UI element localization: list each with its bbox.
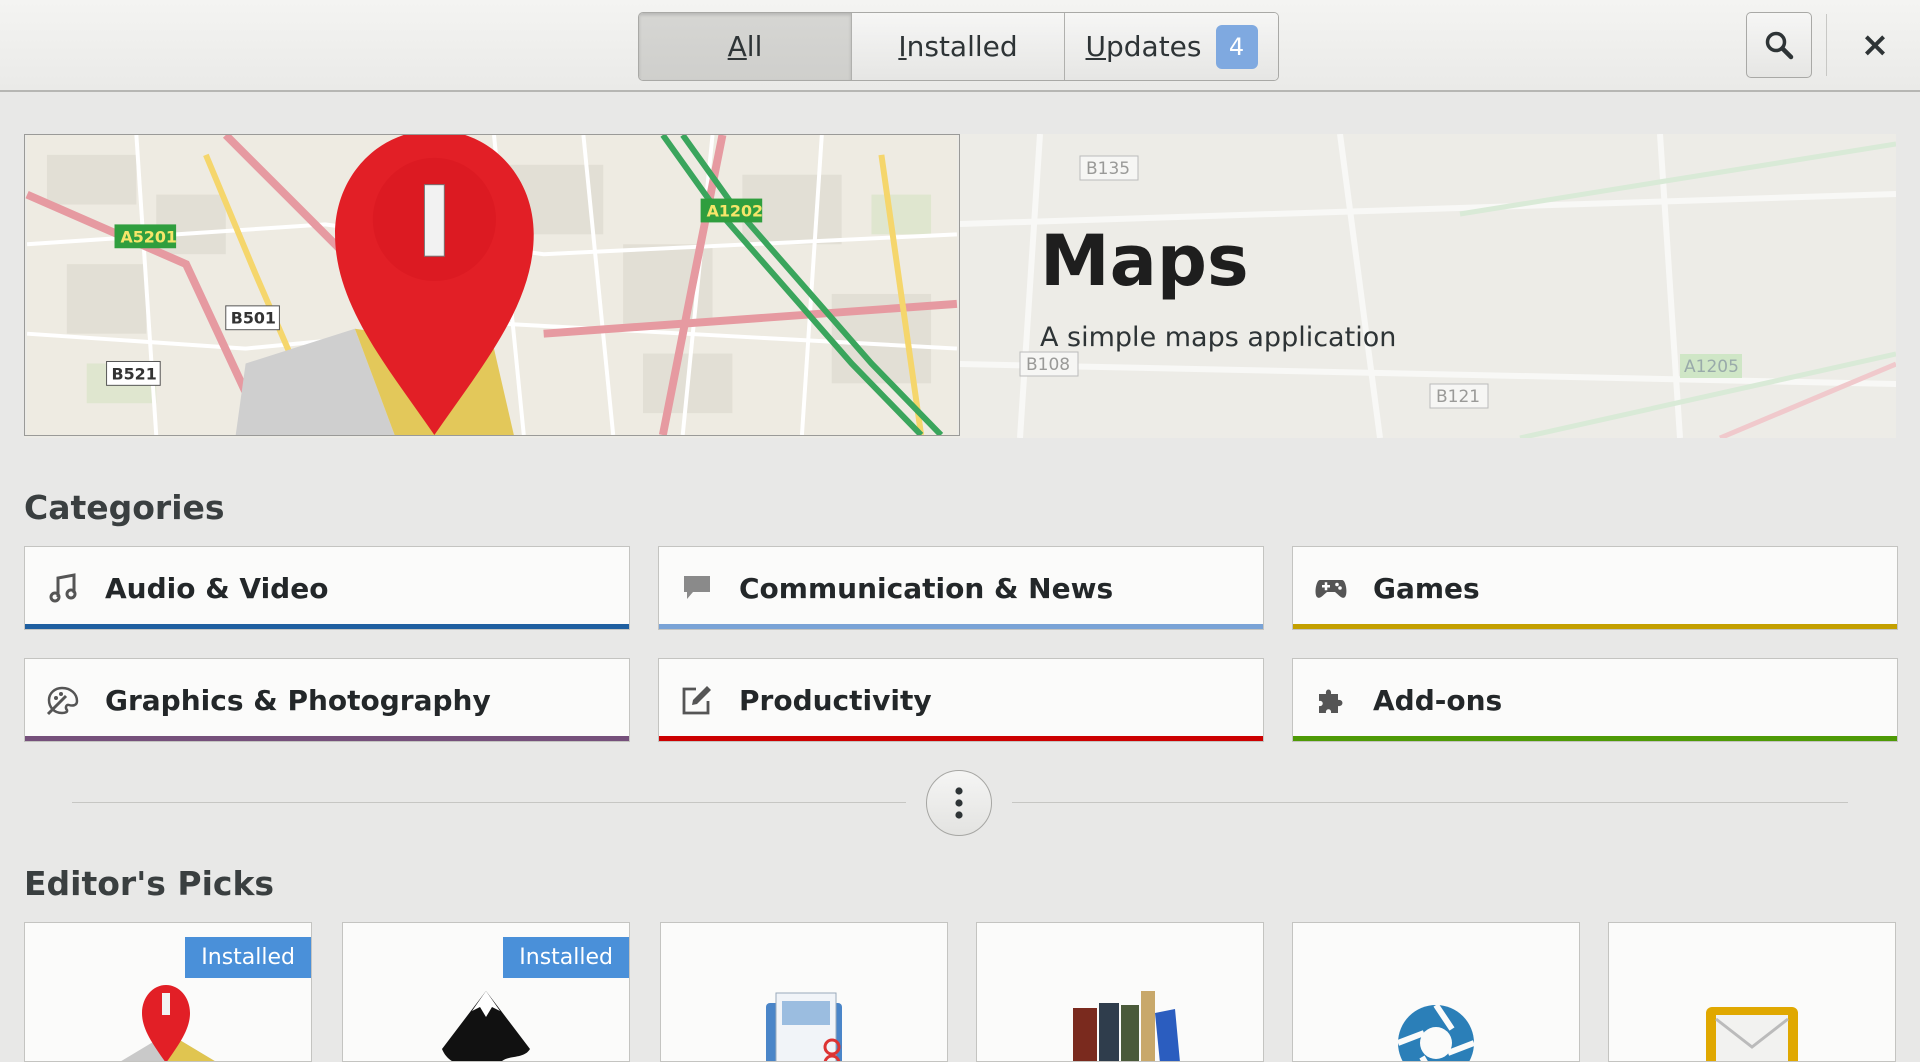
category-color-bar: [25, 736, 629, 741]
pick-tile[interactable]: [1608, 922, 1896, 1062]
tab-installed-label: nstalled: [906, 30, 1018, 63]
tab-installed[interactable]: Installed: [852, 13, 1065, 80]
pick-tile[interactable]: [976, 922, 1264, 1062]
category-color-bar: [1293, 624, 1897, 629]
featured-app-title: Maps: [1040, 220, 1249, 302]
svg-text:A5201: A5201: [120, 227, 176, 246]
installed-badge: Installed: [503, 937, 629, 978]
close-icon: ×: [1860, 25, 1890, 65]
category-label: Graphics & Photography: [105, 683, 491, 717]
editors-picks-heading: Editor's Picks: [24, 864, 275, 903]
category-color-bar: [1293, 736, 1897, 741]
calibre-books-icon: [1073, 991, 1180, 1061]
category-games[interactable]: Games: [1292, 546, 1898, 630]
category-communication-news[interactable]: Communication & News: [658, 546, 1264, 630]
categories-heading: Categories: [24, 488, 225, 527]
pick-tile[interactable]: Installed: [342, 922, 630, 1062]
divider-right: [1012, 802, 1848, 803]
puzzle-icon: [1311, 680, 1351, 720]
edit-icon: [677, 680, 717, 720]
pick-tile[interactable]: [660, 922, 948, 1062]
chat-bubble-icon: [677, 568, 717, 608]
svg-text:B135: B135: [1086, 159, 1130, 179]
installed-badge: Installed: [185, 937, 311, 978]
category-label: Add-ons: [1373, 683, 1503, 717]
svg-text:B521: B521: [112, 364, 157, 383]
tab-all-mnemonic: A: [727, 30, 747, 63]
mail-app-icon: [1706, 1007, 1798, 1061]
tab-updates-mnemonic: U: [1085, 30, 1107, 63]
category-productivity[interactable]: Productivity: [658, 658, 1264, 742]
document-scanner-icon: [766, 992, 842, 1061]
category-graphics-photography[interactable]: Graphics & Photography: [24, 658, 630, 742]
pick-tile[interactable]: [1292, 922, 1580, 1062]
view-switcher: All Installed Updates 4: [638, 12, 1279, 81]
category-label: Audio & Video: [105, 571, 329, 605]
tab-all[interactable]: All: [639, 13, 852, 80]
search-button[interactable]: [1746, 12, 1812, 78]
category-label: Games: [1373, 571, 1480, 605]
category-color-bar: [659, 736, 1263, 741]
svg-text:B121: B121: [1436, 387, 1480, 407]
tab-updates-label: pdates: [1106, 30, 1202, 63]
palette-icon: [43, 680, 83, 720]
music-note-icon: [43, 568, 83, 608]
category-color-bar: [659, 624, 1263, 629]
svg-text:A1205: A1205: [1684, 357, 1739, 377]
header-bar: All Installed Updates 4 ×: [0, 0, 1920, 92]
more-vertical-icon: [955, 787, 963, 819]
pick-tile[interactable]: Installed: [24, 922, 312, 1062]
close-button[interactable]: ×: [1846, 14, 1904, 76]
category-label: Productivity: [739, 683, 932, 717]
search-icon: [1765, 31, 1794, 60]
category-color-bar: [25, 624, 629, 629]
shutter-app-icon: [1396, 1003, 1476, 1061]
featured-map-illustration: A5201 A1202 B501 B521: [24, 134, 960, 436]
featured-banner[interactable]: A5201 A1202 B501 B521 B135 B108 B121 A12…: [24, 134, 1896, 438]
category-add-ons[interactable]: Add-ons: [1292, 658, 1898, 742]
svg-text:B108: B108: [1026, 355, 1070, 375]
gamepad-icon: [1311, 568, 1351, 608]
category-label: Communication & News: [739, 571, 1114, 605]
category-audio-video[interactable]: Audio & Video: [24, 546, 630, 630]
svg-text:B501: B501: [231, 309, 276, 328]
featured-app-subtitle: A simple maps application: [1040, 322, 1397, 353]
svg-text:A1202: A1202: [707, 201, 763, 220]
tab-all-label: ll: [746, 30, 763, 63]
tab-updates[interactable]: Updates 4: [1065, 13, 1278, 80]
more-categories-button[interactable]: [926, 770, 992, 836]
tab-installed-mnemonic: I: [898, 30, 907, 63]
header-separator: [1826, 14, 1827, 76]
updates-count-badge: 4: [1215, 24, 1258, 69]
divider-left: [72, 802, 906, 803]
